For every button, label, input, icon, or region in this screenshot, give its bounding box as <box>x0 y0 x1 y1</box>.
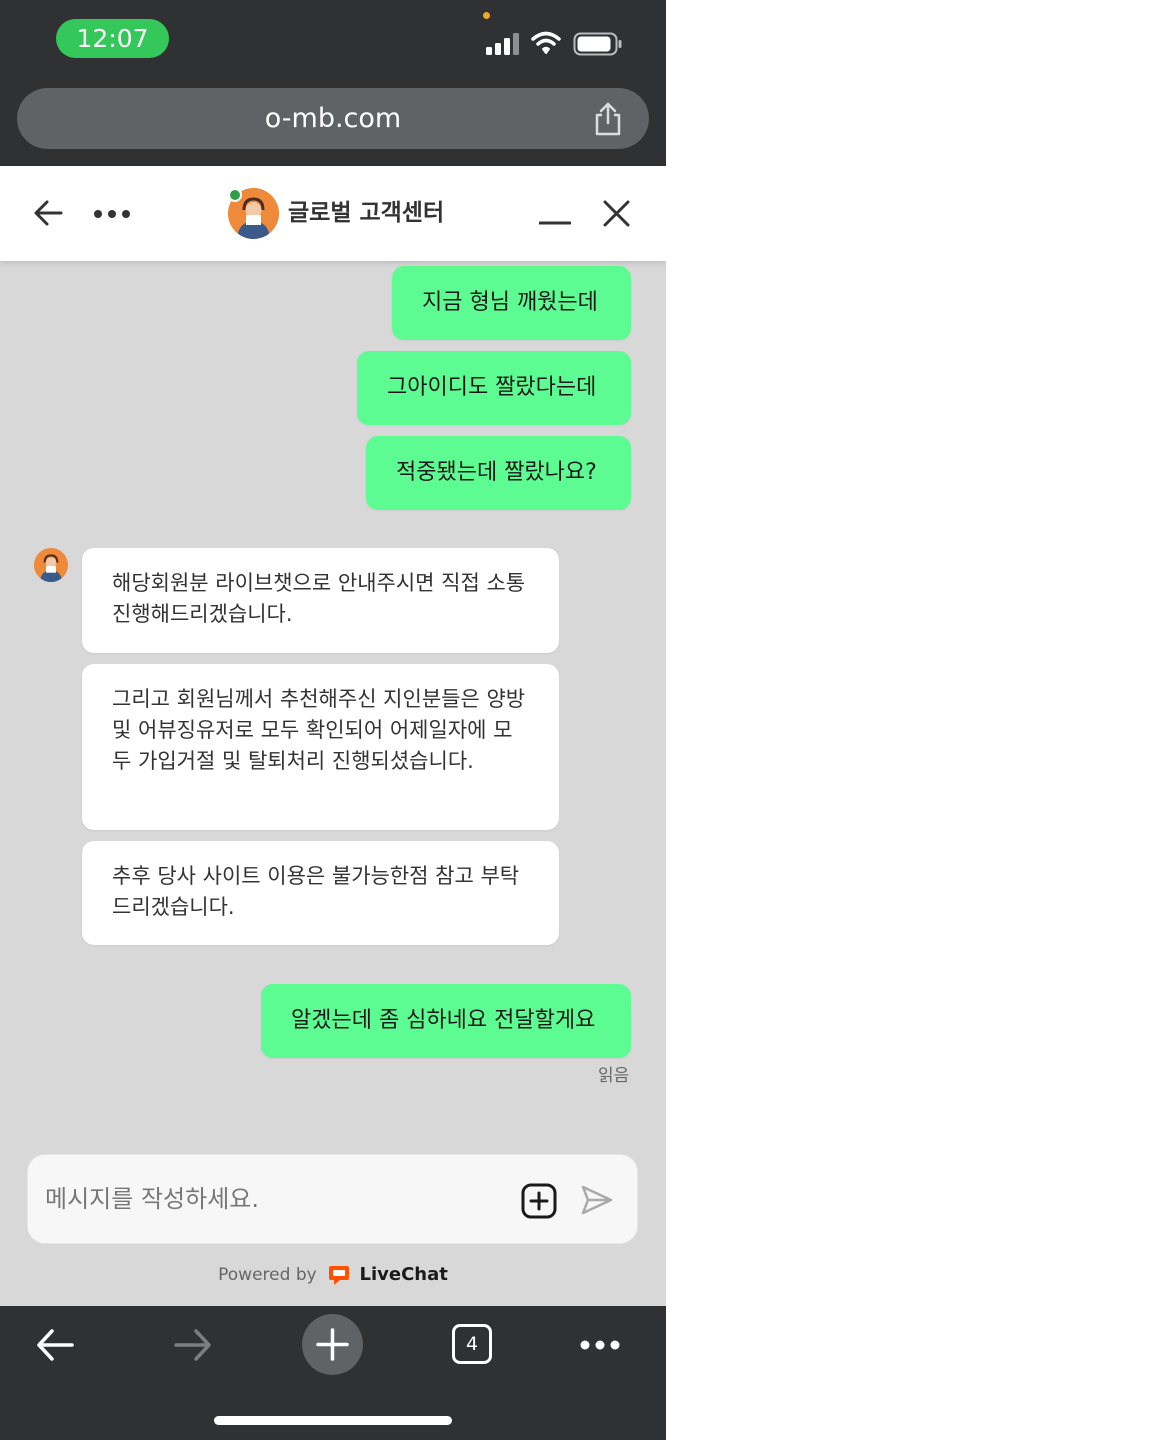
send-icon[interactable] <box>580 1183 614 1217</box>
powered-by-label: Powered by <box>218 1265 317 1285</box>
address-bar[interactable]: o-mb.com <box>17 88 649 149</box>
chat-header: 글로벌 고객센터 <box>0 166 666 261</box>
livechat-logo-icon <box>329 1266 350 1285</box>
more-dots-icon[interactable] <box>580 1340 620 1350</box>
tab-switcher-button[interactable]: 4 <box>452 1324 492 1364</box>
chat-title: 글로벌 고객센터 <box>288 200 445 226</box>
incoming-message: 그리고 회원님께서 추천해주신 지인분들은 양방 및 어뷰징유저로 모두 확인되… <box>82 664 559 830</box>
minimize-icon[interactable] <box>539 206 571 226</box>
new-tab-button[interactable] <box>302 1314 363 1375</box>
url-text[interactable]: o-mb.com <box>17 88 649 149</box>
share-icon[interactable] <box>592 101 624 137</box>
back-arrow-icon[interactable] <box>35 1328 75 1362</box>
attach-plus-icon[interactable] <box>521 1183 557 1219</box>
wifi-icon <box>531 31 561 54</box>
plus-icon <box>316 1328 349 1361</box>
browser-address-area: o-mb.com <box>0 86 666 166</box>
message-composer[interactable]: 메시지를 작성하세요. <box>27 1154 638 1244</box>
outgoing-message: 알겠는데 좀 심하네요 전달할게요 <box>261 984 631 1058</box>
incoming-message: 해당회원분 라이브챗으로 안내주시면 직접 소통진행해드리겠습니다. <box>82 548 559 653</box>
read-receipt: 읽음 <box>598 1066 630 1086</box>
browser-toolbar: 4 <box>0 1306 666 1440</box>
outgoing-message: 적중됐는데 짤랐나요? <box>366 436 631 510</box>
home-indicator[interactable] <box>214 1416 452 1425</box>
signal-icon <box>486 33 519 55</box>
livechat-brand: LiveChat <box>359 1264 448 1285</box>
powered-by-footer[interactable]: Powered by LiveChat <box>0 1262 666 1288</box>
back-arrow-icon[interactable] <box>32 198 64 228</box>
privacy-indicator-dot <box>483 12 490 19</box>
online-status-dot <box>228 188 242 202</box>
status-time: 12:07 <box>56 19 169 58</box>
close-icon[interactable] <box>603 200 630 227</box>
incoming-message: 추후 당사 사이트 이용은 불가능한점 참고 부탁드리겠습니다. <box>82 841 559 945</box>
outgoing-message: 그아이디도 짤랐다는데 <box>357 351 631 425</box>
agent-message-avatar <box>34 548 68 582</box>
outgoing-message: 지금 형님 깨웠는데 <box>392 266 631 340</box>
forward-arrow-icon[interactable] <box>173 1328 213 1362</box>
phone-screen: 12:07 o-mb.com 글로벌 고객센터 지금 형님 깨웠는데 그아이디도… <box>0 0 666 1440</box>
message-input[interactable]: 메시지를 작성하세요. <box>45 1179 259 1219</box>
more-dots-icon[interactable] <box>93 209 131 219</box>
battery-icon <box>573 32 622 56</box>
status-bar: 12:07 <box>0 0 666 86</box>
